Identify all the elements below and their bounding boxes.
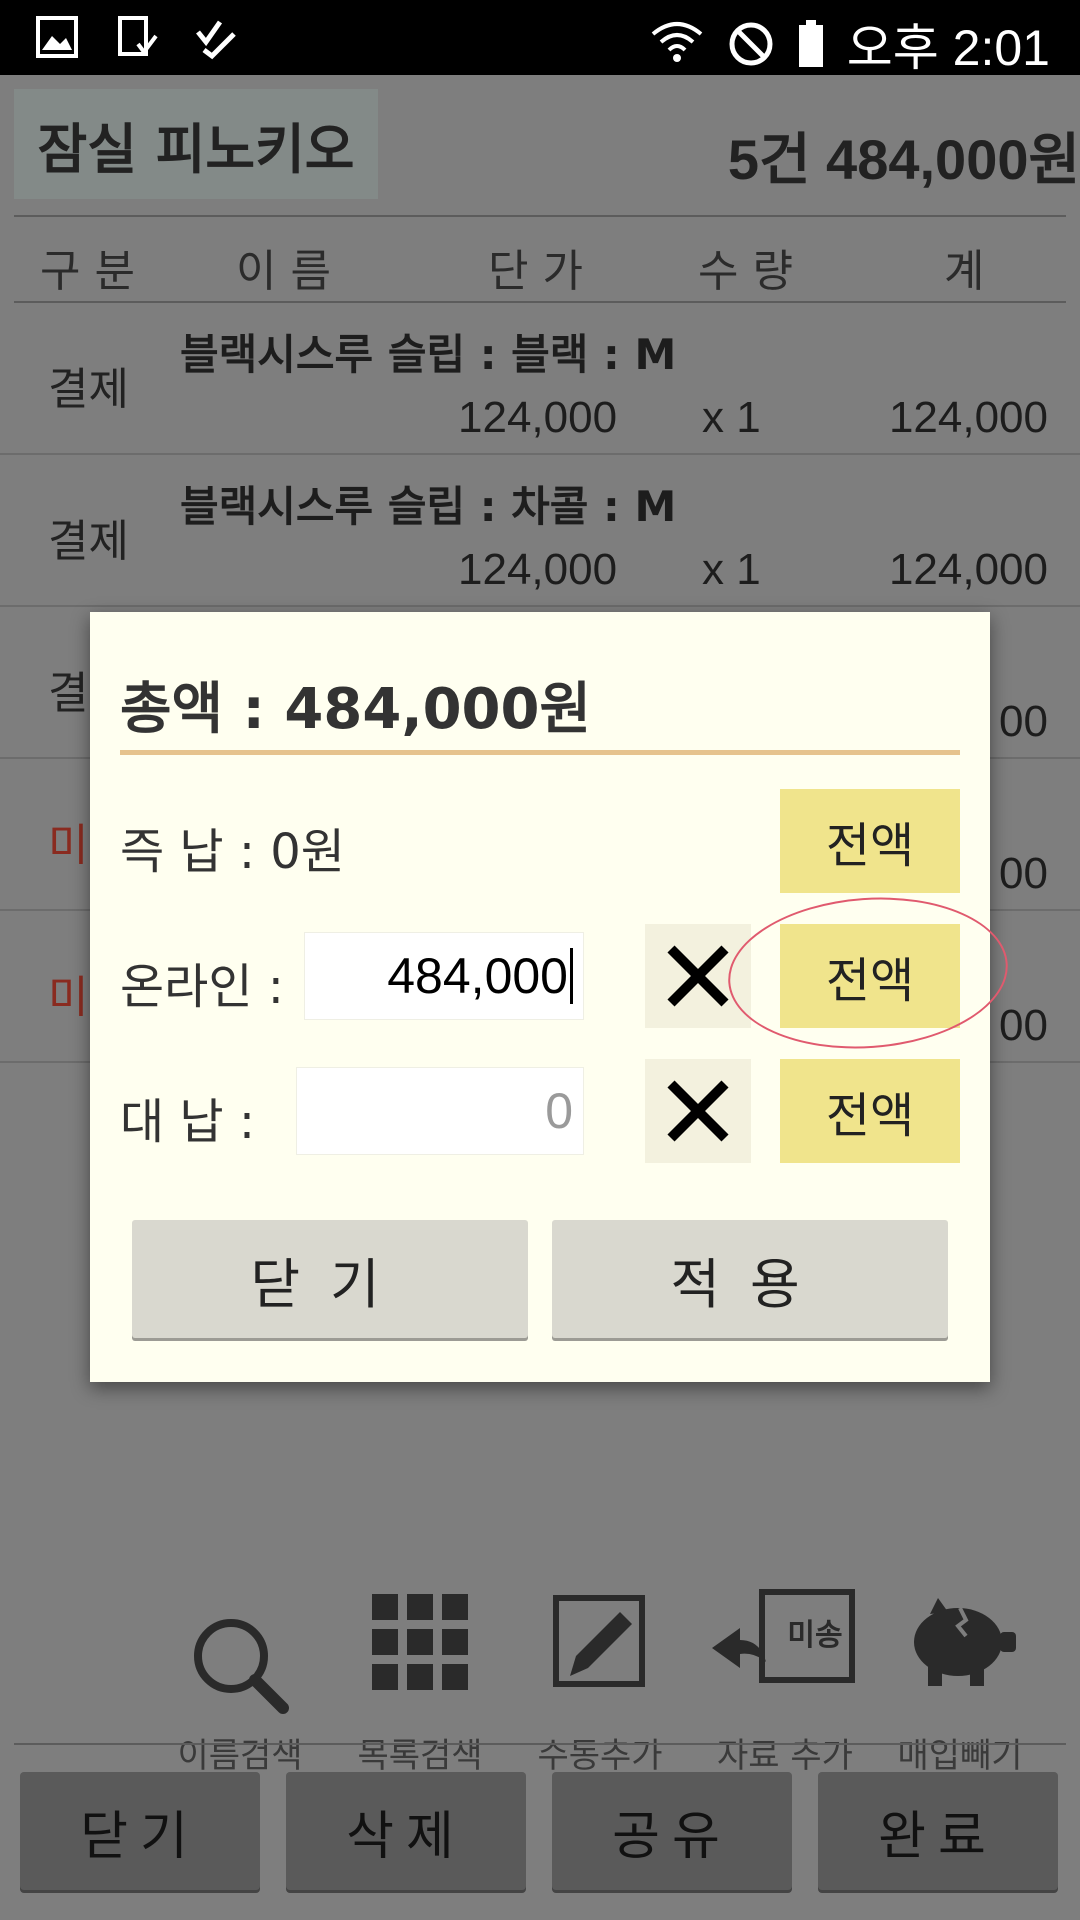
- row-total: 00: [999, 1001, 1048, 1050]
- delete-button[interactable]: 삭제: [286, 1772, 526, 1890]
- row-kind: 결제: [48, 516, 129, 567]
- divider: [14, 215, 1066, 217]
- clock: 오후 2:01: [846, 20, 1050, 76]
- text-caret: [570, 948, 573, 1004]
- search-icon: [194, 1619, 289, 1714]
- row-kind: 미: [48, 820, 89, 871]
- piggy-bank-icon: [914, 1598, 1016, 1686]
- wifi-icon: [651, 22, 703, 62]
- do-not-disturb-icon: [729, 22, 773, 66]
- row-price: 124,000: [458, 393, 618, 442]
- list-search-button[interactable]: 목록검색: [340, 1580, 500, 1780]
- proxy-amount-input[interactable]: 0: [296, 1067, 584, 1155]
- share-button[interactable]: 공유: [552, 1772, 792, 1890]
- row-product-name: 블랙시스루 슬립 : 차콜 : M: [180, 482, 677, 531]
- screenshot-icon: [118, 16, 158, 56]
- grid-icon: [372, 1594, 468, 1690]
- row-total: 124,000: [888, 545, 1048, 594]
- column-header-kind: 구분: [40, 246, 149, 297]
- cash-label: 즉 납 : 0원: [120, 824, 345, 880]
- row-kind: 결: [48, 668, 89, 719]
- tool-label: 매입빼기: [897, 1736, 1023, 1776]
- close-screen-button[interactable]: 닫기: [20, 1772, 260, 1890]
- row-qty: x 1: [702, 545, 761, 594]
- column-header-total: 계: [944, 246, 999, 297]
- tool-label: 이름검색: [177, 1736, 303, 1776]
- name-search-button[interactable]: 이름검색: [160, 1580, 320, 1780]
- task-check-icon: [196, 20, 236, 60]
- table-row[interactable]: 결제 블랙시스루 슬립 : 차콜 : M 124,000 x 1 124,000: [0, 455, 1080, 607]
- online-amount-input[interactable]: 484,000: [304, 932, 584, 1020]
- gallery-icon: [36, 16, 78, 58]
- column-header-price: 단가: [488, 246, 597, 297]
- row-kind: 결제: [48, 364, 129, 415]
- add-data-button[interactable]: 미송 자료 추가: [700, 1580, 870, 1780]
- purchase-deduct-button[interactable]: 매입빼기: [880, 1580, 1040, 1780]
- proxy-amount-placeholder: 0: [545, 1083, 573, 1139]
- close-icon: [667, 1080, 729, 1142]
- status-bar: 오후 2:01: [0, 0, 1080, 76]
- row-product-name: 블랙시스루 슬립 : 블랙 : M: [180, 330, 677, 379]
- column-header-qty: 수량: [698, 246, 807, 297]
- column-header-name: 이름: [236, 246, 345, 297]
- manual-add-button[interactable]: 수동추가: [520, 1580, 680, 1780]
- dialog-apply-button[interactable]: 적용: [552, 1220, 948, 1338]
- tool-label: 자료 추가: [717, 1736, 853, 1776]
- row-qty: x 1: [702, 393, 761, 442]
- row-total: 124,000: [888, 393, 1048, 442]
- store-name[interactable]: 잠실 피노키오: [14, 89, 378, 199]
- cash-full-amount-button[interactable]: 전액: [780, 789, 960, 893]
- title-underline: [120, 750, 960, 755]
- row-kind: 미: [48, 972, 89, 1023]
- battery-icon: [798, 20, 823, 67]
- tool-label: 수동추가: [537, 1736, 663, 1776]
- done-button[interactable]: 완료: [818, 1772, 1058, 1890]
- dialog-close-button[interactable]: 닫기: [132, 1220, 528, 1338]
- dialog-title: 총액 : 484,000원: [120, 677, 592, 742]
- tool-label: 목록검색: [357, 1736, 483, 1776]
- row-price: 124,000: [458, 545, 618, 594]
- close-icon: [667, 945, 729, 1007]
- proxy-full-amount-button[interactable]: 전액: [780, 1059, 960, 1163]
- proxy-clear-button[interactable]: [645, 1059, 751, 1163]
- order-summary: 5건 484,000원: [727, 128, 1080, 191]
- proxy-label: 대 납 :: [120, 1094, 256, 1150]
- online-amount-value: 484,000: [387, 948, 568, 1004]
- online-label: 온라인 :: [120, 959, 284, 1015]
- row-total: 00: [999, 849, 1048, 898]
- row-total: 00: [999, 697, 1048, 746]
- table-row[interactable]: 결제 블랙시스루 슬립 : 블랙 : M 124,000 x 1 124,000: [0, 303, 1080, 455]
- unsent-badge: 미송: [787, 1618, 843, 1653]
- divider: [14, 1743, 1066, 1745]
- edit-icon: [553, 1595, 645, 1687]
